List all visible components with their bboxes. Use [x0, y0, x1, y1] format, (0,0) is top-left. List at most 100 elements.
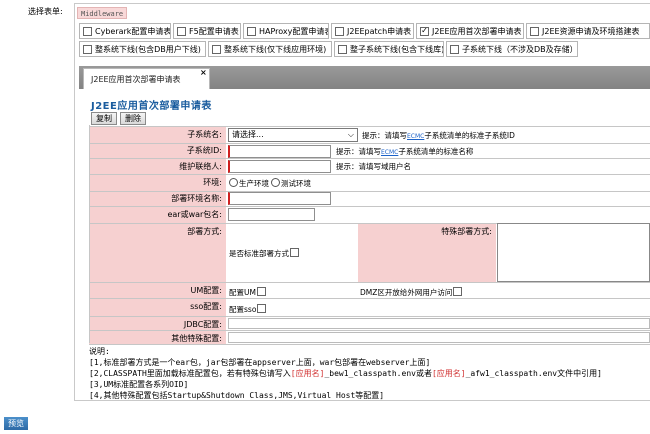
form-option-label: J2EE应用首次部署申请表: [432, 26, 522, 36]
checkbox-icon[interactable]: [256, 287, 266, 296]
form-option-label: F5配置申请表: [189, 26, 239, 36]
um-config-check-label: 配置UM: [229, 288, 256, 297]
maintainer-hint: 提示：请填写域用户名: [336, 162, 411, 171]
radio-label: 生产环境: [239, 179, 269, 188]
middleware-tag: Middleware: [77, 7, 128, 19]
checkbox-icon[interactable]: [247, 26, 256, 36]
grid-line: [89, 282, 650, 283]
hint-text: 子系统清单的标准子系统ID: [424, 131, 515, 140]
form-option-j2ee-first-deploy[interactable]: ✓ J2EE应用首次部署申请表: [416, 23, 524, 39]
radio-label: 测试环境: [281, 179, 311, 188]
grid-line: [89, 174, 650, 175]
checkbox-icon[interactable]: [83, 26, 92, 36]
note-line-2: [2,CLASSPATH里面加载标准配置包，若有特殊包请写入[应用名]_bew1…: [89, 368, 602, 379]
ecmc-link[interactable]: ECMC: [381, 149, 398, 156]
checkbox-icon[interactable]: [530, 26, 539, 36]
standard-deploy: 是否标准部署方式: [229, 248, 302, 259]
note-highlight: [应用名]: [290, 369, 325, 378]
form-option-j2ee-resource[interactable]: J2EE资源申请及环境搭建表: [526, 23, 650, 39]
environment-radio-group: 生产环境 测试环境: [229, 178, 311, 189]
note-line-3: [3,UM标准配置各系列OID]: [89, 380, 189, 389]
tab-label: J2EE应用首次部署申请表: [91, 75, 181, 84]
checkbox-icon[interactable]: [177, 26, 186, 36]
note-text: _bew1_classpath.env或者: [324, 369, 432, 378]
form-option-label: J2EEpatch申请表: [347, 26, 412, 36]
select-form-label: 选择表单:: [28, 7, 63, 16]
note-highlight: [应用名]: [431, 369, 466, 378]
other-config-input[interactable]: [228, 332, 650, 343]
subsystem-name-hint: 提示：请填写ECMC子系统清单的标准子系统ID: [362, 130, 515, 141]
note-text: _afw1_classpath.env文件中引用]: [465, 369, 602, 378]
checkbox-icon[interactable]: [290, 248, 299, 257]
grid-line: [89, 298, 650, 299]
sso-config-label: sso配置:: [190, 302, 222, 311]
grid-line: [89, 330, 650, 331]
delete-button[interactable]: 删除: [120, 112, 146, 125]
form-title: J2EE应用首次部署申请表: [91, 101, 212, 112]
dmz-check-label: DMZ区开放给外网用户访问: [360, 288, 453, 297]
note-line-1: [1,标准部署方式是一个ear包，jar包部署在appserver上面，war包…: [89, 358, 431, 367]
checkbox-icon[interactable]: [338, 44, 347, 54]
form-option-label: 整子系统下线(包含下线库): [350, 44, 444, 54]
copy-button[interactable]: 复制: [91, 112, 117, 125]
subsystem-id-label: 子系统ID:: [186, 146, 222, 155]
special-deploy-textarea[interactable]: [497, 223, 650, 282]
grid-line: [89, 126, 650, 127]
deploy-env-name-label: 部署环境名称:: [171, 194, 222, 203]
notes-title: 说明:: [89, 347, 110, 356]
close-icon[interactable]: ×: [200, 68, 207, 77]
form-option-cyberark[interactable]: Cyberark配置申请表: [79, 23, 171, 39]
jdbc-config-input[interactable]: [228, 318, 650, 329]
form-option-label: 子系统下线（不涉及DB及存储）: [462, 44, 578, 54]
maintainer-label: 维护联络人:: [179, 162, 222, 171]
checkbox-icon[interactable]: [453, 287, 463, 296]
subsystem-name-select[interactable]: 请选择... ⌵: [228, 128, 358, 142]
form-option-haproxy[interactable]: HAProxy配置申请表: [243, 23, 329, 39]
checkbox-icon[interactable]: [212, 44, 221, 54]
radio-test[interactable]: [271, 178, 280, 187]
environment-label: 环境:: [203, 178, 222, 187]
form-option-f5[interactable]: F5配置申请表: [173, 23, 241, 39]
form-option-label: 整系统下线(仅下线应用环境): [224, 44, 327, 54]
form-option-label: Cyberark配置申请表: [95, 26, 171, 36]
radio-production[interactable]: [229, 178, 238, 187]
grid-line: [89, 158, 650, 159]
checkbox-checked-icon[interactable]: ✓: [420, 26, 429, 36]
sso-config-check-label: 配置sso: [229, 305, 257, 314]
sso-config-check: 配置sso: [229, 304, 269, 315]
package-name-input[interactable]: [228, 208, 315, 221]
hint-text: 提示：请填写: [362, 131, 407, 140]
grid-line: [89, 344, 650, 345]
chevron-down-icon: ⌵: [347, 130, 354, 139]
special-deploy-label: 特殊部署方式:: [441, 227, 492, 236]
other-config-label: 其他特殊配置:: [171, 334, 222, 343]
um-config-label: UM配置:: [190, 286, 222, 295]
note-line-4: [4,其他特殊配置包括Startup&Shutdown Class,JMS,Vi…: [89, 391, 385, 400]
form-option-offline-with-db[interactable]: 整系统下线(包含DB用户下线): [79, 41, 206, 57]
subsystem-id-input[interactable]: [228, 145, 331, 158]
ecmc-link[interactable]: ECMC: [407, 133, 424, 140]
form-option-j2ee-patch[interactable]: J2EEpatch申请表: [331, 23, 414, 39]
grid-line: [89, 143, 650, 144]
subsystem-id-hint: 提示：请填写ECMC子系统清单的标准名称: [336, 146, 473, 157]
form-option-label: 整系统下线(包含DB用户下线): [95, 44, 201, 54]
note-text: [2,CLASSPATH里面加载标准配置包，若有特殊包请写入: [89, 369, 291, 378]
form-option-subsystem-offline-db[interactable]: 整子系统下线(包含下线库): [334, 41, 444, 57]
form-option-subsystem-offline[interactable]: 子系统下线（不涉及DB及存储）: [446, 41, 578, 57]
checkbox-icon[interactable]: [335, 26, 344, 36]
form-option-label: HAProxy配置申请表: [259, 26, 329, 36]
deploy-env-name-input[interactable]: [228, 192, 331, 205]
maintainer-input[interactable]: [228, 160, 331, 173]
checkbox-icon[interactable]: [450, 44, 459, 54]
preview-button[interactable]: 预览: [4, 417, 28, 430]
grid-line: [89, 316, 650, 317]
form-option-offline-app-only[interactable]: 整系统下线(仅下线应用环境): [208, 41, 332, 57]
checkbox-icon[interactable]: [257, 304, 267, 313]
checkbox-icon[interactable]: [83, 44, 92, 54]
standard-deploy-label: 是否标准部署方式: [229, 249, 289, 258]
deploy-method-label: 部署方式:: [187, 227, 222, 236]
select-value: 请选择...: [232, 130, 264, 139]
grid-line: [89, 206, 650, 207]
package-name-label: ear或war包名:: [167, 210, 222, 219]
dmz-check: DMZ区开放给外网用户访问: [360, 287, 465, 298]
